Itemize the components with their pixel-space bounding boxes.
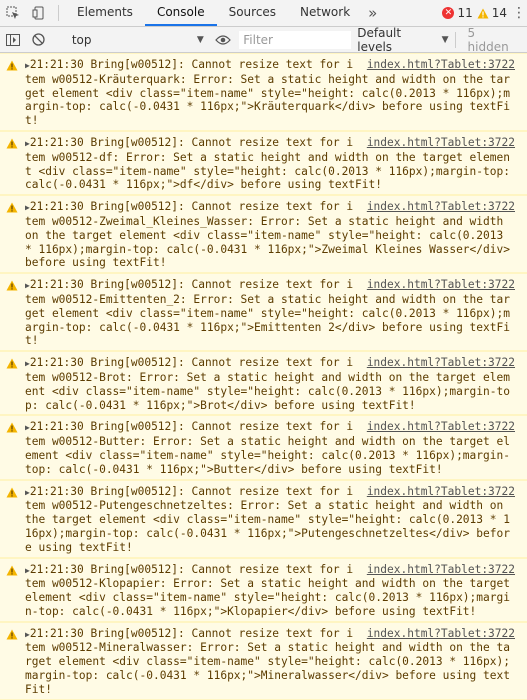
tab-console[interactable]: Console — [144, 0, 217, 26]
log-levels-label: Default levels — [357, 25, 402, 54]
sidebar-toggle-icon[interactable] — [0, 33, 25, 46]
tab-network[interactable]: Network — [288, 0, 362, 26]
warning-icon — [6, 60, 18, 71]
warning-icon — [6, 487, 18, 498]
warning-icon — [6, 565, 18, 575]
console-warning-message[interactable]: index.html?Tablet:3722 ▶21:21:30 Bring[w0… — [0, 479, 527, 558]
source-link[interactable]: index.html?Tablet:3722 — [367, 485, 515, 499]
tab-elements[interactable]: Elements — [65, 0, 145, 26]
devtools-tabbar: Elements Console Sources Network » ✕ 11 … — [0, 0, 527, 27]
device-toolbar-icon[interactable] — [26, 0, 52, 26]
live-expression-icon[interactable] — [210, 34, 235, 45]
warning-count: 14 — [477, 6, 507, 20]
log-levels-dropdown[interactable]: Default levels ▼ — [351, 26, 454, 54]
warning-count-label: 14 — [491, 6, 507, 20]
source-link[interactable]: index.html?Tablet:3722 — [367, 627, 515, 641]
clear-console-icon[interactable] — [25, 33, 50, 46]
more-tabs-button[interactable]: » — [362, 0, 383, 26]
source-link[interactable]: index.html?Tablet:3722 — [367, 200, 515, 214]
inspect-element-icon[interactable] — [0, 0, 26, 26]
console-warning-message[interactable]: index.html?Tablet:3722 ▶21:21:30 Bring[w0… — [0, 415, 527, 480]
console-warning-message[interactable]: index.html?Tablet:3722 ▶21:21:30 Bring[w0… — [0, 557, 527, 622]
warning-icon — [6, 202, 18, 213]
error-icon: ✕ — [442, 7, 455, 19]
console-warning-message[interactable]: index.html?Tablet:3722 ▶21:21:30 Bring[w0… — [0, 351, 527, 416]
warning-icon — [6, 280, 18, 291]
hidden-count: 5 hidden — [454, 26, 527, 54]
context-label: top — [71, 32, 92, 47]
console-warning-message[interactable]: index.html?Tablet:3722 ▶21:21:30 Bring[w0… — [0, 53, 527, 131]
source-link[interactable]: index.html?Tablet:3722 — [367, 278, 515, 292]
warning-count-icon — [477, 8, 489, 18]
tab-sources[interactable]: Sources — [217, 0, 288, 26]
context-selector[interactable]: top ▼ — [64, 30, 210, 50]
console-messages: index.html?Tablet:3722 ▶21:21:30 Bring[w0… — [0, 53, 527, 700]
source-link[interactable]: index.html?Tablet:3722 — [367, 563, 515, 577]
source-link[interactable]: index.html?Tablet:3722 — [367, 136, 515, 150]
issue-counts[interactable]: ✕ 11 14 — [442, 0, 511, 26]
console-warning-message[interactable]: index.html?Tablet:3722 ▶21:21:30 Bring[w0… — [0, 621, 527, 700]
source-link[interactable]: index.html?Tablet:3722 — [367, 58, 515, 72]
console-warning-message[interactable]: index.html?Tablet:3722 ▶21:21:30 Bring[w0… — [0, 273, 527, 352]
warning-icon — [6, 138, 18, 149]
error-count-label: 11 — [457, 6, 473, 20]
dropdown-arrow-icon: ▼ — [441, 34, 449, 45]
source-link[interactable]: index.html?Tablet:3722 — [367, 356, 515, 370]
warning-icon — [6, 629, 18, 640]
console-warning-message[interactable]: index.html?Tablet:3722 ▶21:21:30 Bring[w0… — [0, 130, 527, 196]
divider — [58, 5, 59, 21]
dropdown-arrow-icon: ▼ — [196, 34, 204, 45]
console-warning-message[interactable]: index.html?Tablet:3722 ▶21:21:30 Bring[w0… — [0, 195, 527, 274]
filter-input[interactable] — [239, 30, 352, 49]
error-count: ✕ 11 — [442, 6, 473, 20]
console-toolbar: top ▼ Default levels ▼ 5 hidden — [0, 26, 527, 54]
warning-icon — [6, 358, 18, 369]
more-options-icon[interactable]: ⋮ — [511, 0, 527, 26]
warning-icon — [6, 422, 18, 433]
source-link[interactable]: index.html?Tablet:3722 — [367, 420, 515, 434]
